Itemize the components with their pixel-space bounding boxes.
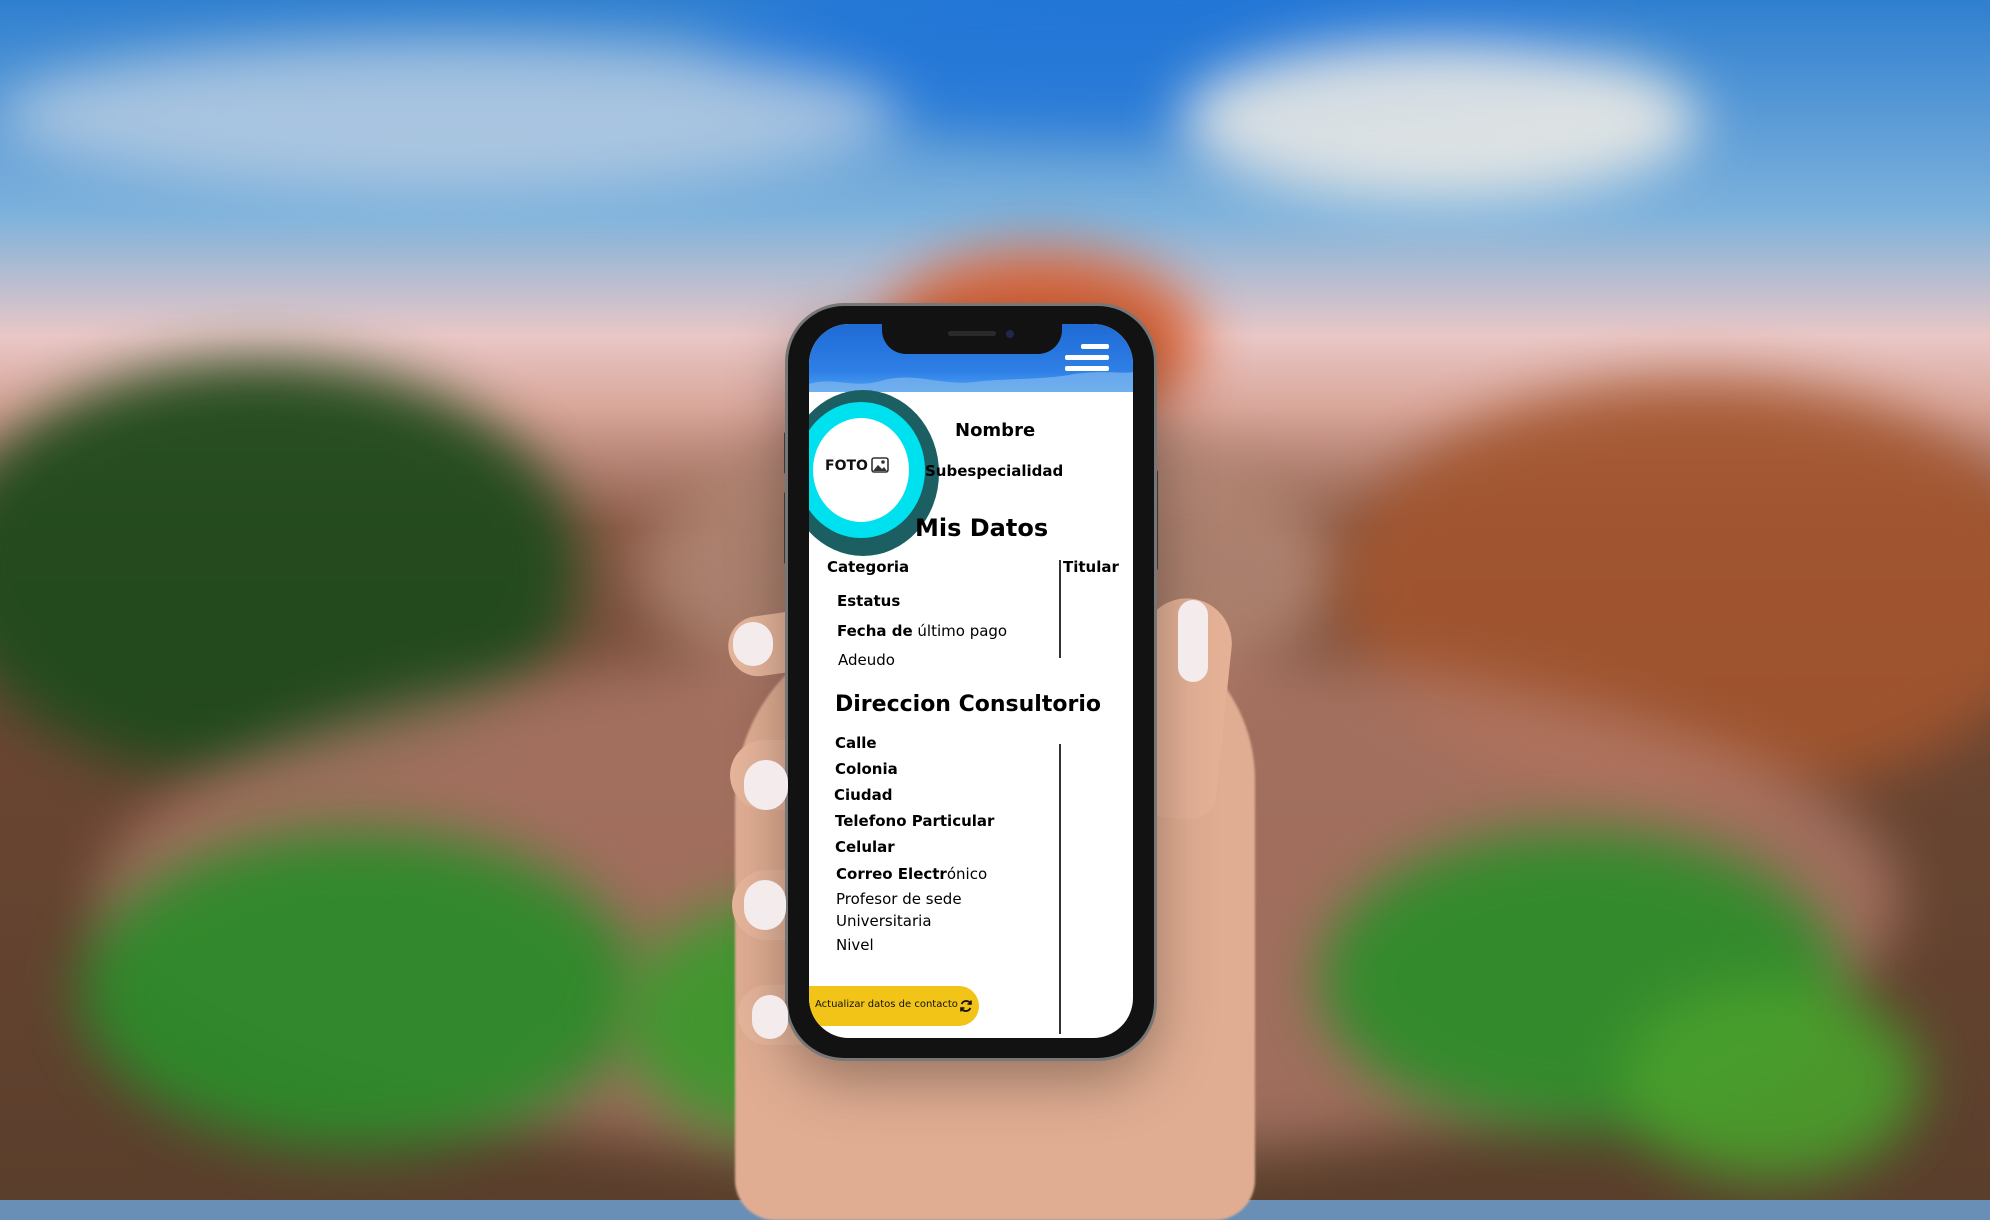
phone-notch	[882, 320, 1062, 354]
thumbnail	[1178, 600, 1208, 682]
cloud-right	[1180, 40, 1700, 200]
last-payment-label: Fecha de último pago	[837, 622, 1008, 640]
category-label: Categoria	[827, 558, 910, 576]
fingernail	[744, 880, 786, 930]
phone-speaker	[948, 331, 996, 336]
hamburger-menu-icon[interactable]	[1065, 344, 1109, 374]
phone-camera	[1006, 330, 1014, 338]
phone-label: Telefono Particular	[835, 812, 995, 830]
photo-label: FOTO	[825, 458, 868, 474]
debt-label: Adeudo	[838, 651, 895, 669]
image-icon	[871, 457, 889, 473]
professor-label-line1: Profesor de sede	[836, 890, 962, 908]
refresh-icon	[960, 1000, 972, 1012]
level-label: Nivel	[836, 936, 874, 954]
phone-screen: FOTO Nombre Subespecialidad Mis Datos Ca…	[809, 324, 1133, 1038]
cloud-left	[0, 40, 900, 190]
fingernail	[744, 760, 788, 810]
street-label: Calle	[835, 734, 877, 752]
garden-far-right	[1620, 980, 1920, 1180]
update-contact-button[interactable]: Actualizar datos de contacto	[809, 986, 979, 1026]
fingernail	[733, 622, 773, 666]
fingernail	[752, 995, 788, 1039]
category-value: Titular	[1063, 558, 1119, 576]
professor-label-line2: Universitaria	[836, 912, 932, 930]
colonia-label: Colonia	[835, 760, 898, 778]
status-label: Estatus	[837, 592, 901, 610]
garden-left	[80, 830, 640, 1150]
section-title-direccion: Direccion Consultorio	[835, 692, 1101, 717]
column-divider	[1059, 744, 1061, 1034]
email-label: Correo Electrónico	[836, 865, 988, 883]
profile-subspecialty-label: Subespecialidad	[925, 462, 1064, 480]
column-divider	[1059, 560, 1061, 658]
mobile-label: Celular	[835, 838, 895, 856]
section-title-mis-datos: Mis Datos	[915, 514, 1049, 542]
update-contact-label: Actualizar datos de contacto	[815, 999, 958, 1010]
city-label: Ciudad	[834, 786, 893, 804]
profile-name-label: Nombre	[955, 420, 1036, 441]
